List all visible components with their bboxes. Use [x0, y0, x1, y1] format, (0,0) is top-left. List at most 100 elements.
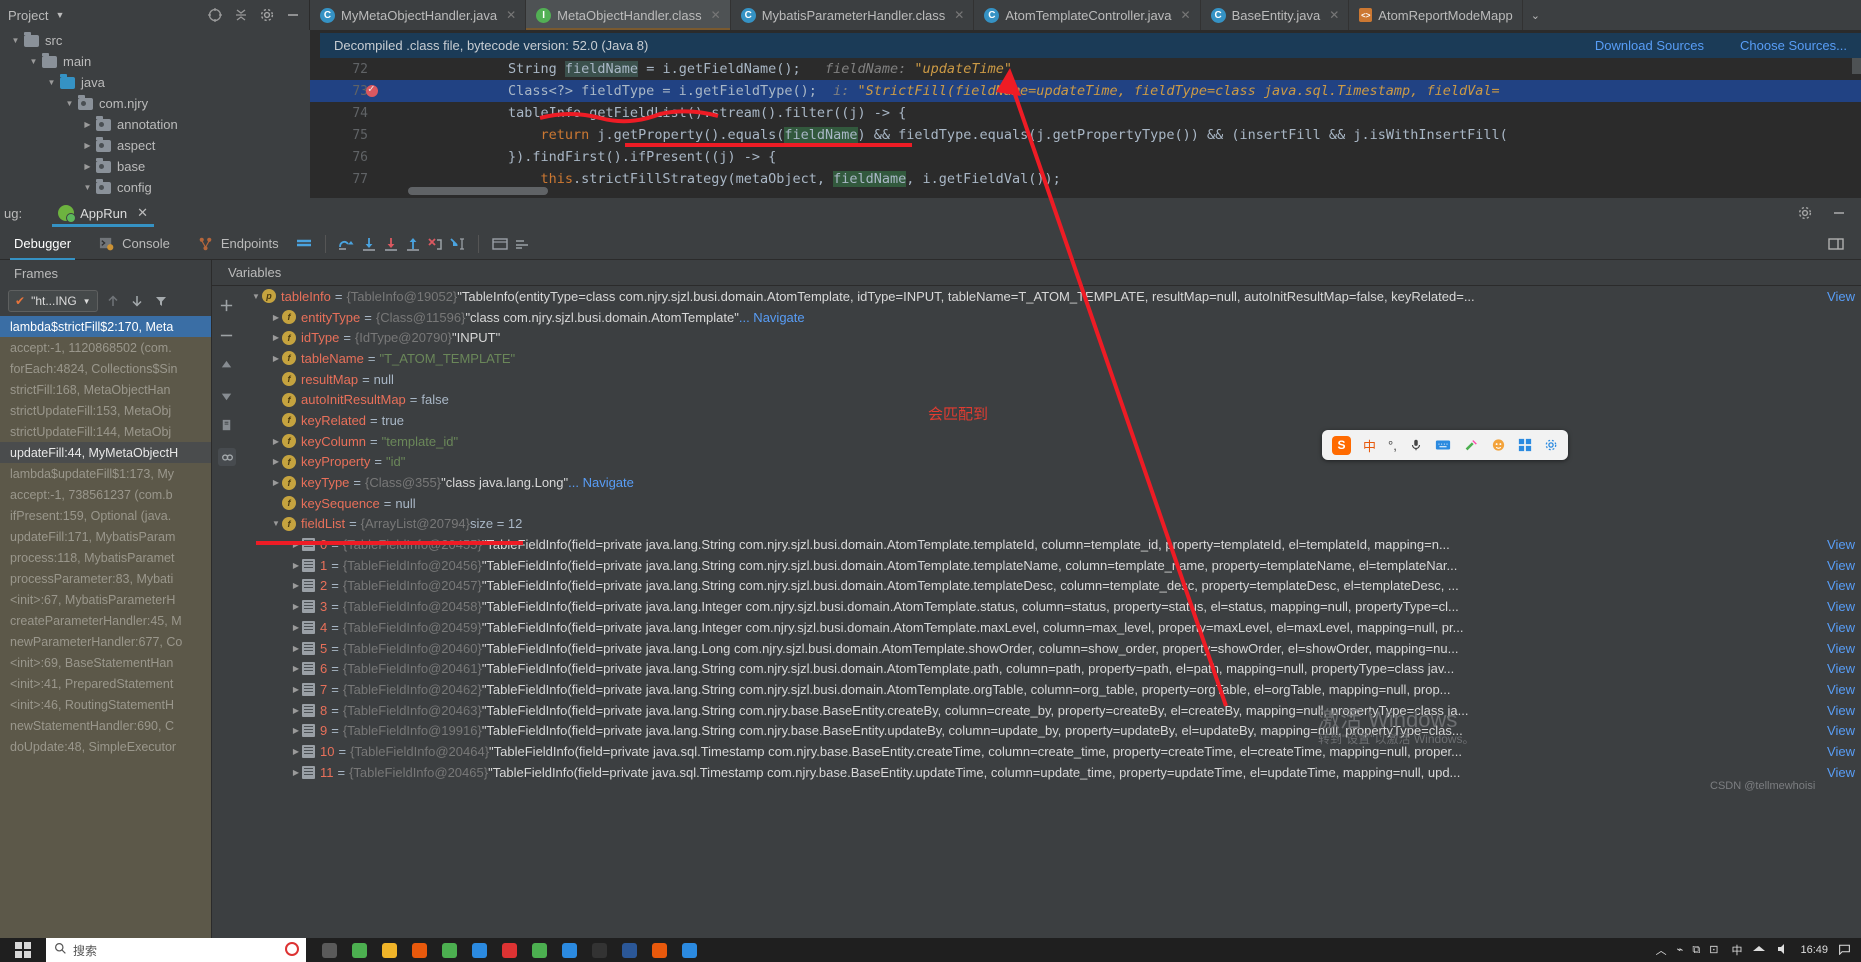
frame-item[interactable]: lambda$updateFill$1:173, My — [0, 463, 211, 484]
close-icon[interactable]: ✕ — [133, 205, 148, 221]
project-title[interactable]: Project — [8, 8, 48, 23]
view-link[interactable]: View — [1827, 599, 1855, 614]
navicat-icon[interactable] — [466, 939, 492, 961]
chevron-right-icon[interactable]: ▶ — [82, 119, 93, 130]
add-icon[interactable] — [219, 298, 235, 314]
variable-row[interactable]: ▶ 7 = {TableFieldInfo@20462} "TableFieldInf… — [242, 679, 1861, 700]
gear-icon[interactable] — [1797, 205, 1813, 221]
edge-icon[interactable] — [556, 939, 582, 961]
move-up-icon[interactable] — [219, 358, 235, 374]
editor-vertical-scrollbar[interactable] — [1852, 58, 1861, 74]
editor-tab-2[interactable]: C MybatisParameterHandler.class ✕ — [731, 0, 975, 30]
chrome2-icon[interactable] — [526, 939, 552, 961]
view-link[interactable]: View — [1827, 723, 1855, 738]
frame-item[interactable]: doUpdate:48, SimpleExecutor — [0, 736, 211, 757]
taskbar-search[interactable]: 搜索 — [46, 938, 306, 962]
apps-icon[interactable] — [1518, 438, 1532, 452]
frame-item[interactable]: <init>:67, MybatisParameterH — [0, 589, 211, 610]
mic-icon[interactable] — [1409, 438, 1423, 452]
chevron-right-icon[interactable]: ▶ — [82, 161, 93, 172]
force-step-into-icon[interactable] — [380, 233, 402, 255]
variables-panel[interactable]: Variables ▼ p tableInfo = {TableInfo@190… — [212, 260, 1861, 938]
variable-row[interactable]: f autoInitResultMap = false — [242, 389, 1861, 410]
variable-row[interactable]: ▶ 2 = {TableFieldInfo@20457} "TableFieldInf… — [242, 576, 1861, 597]
view-link[interactable]: View — [1827, 703, 1855, 718]
chevron-right-icon[interactable]: ▶ — [270, 354, 282, 363]
variable-row[interactable]: ▼ p tableInfo = {TableInfo@19052} "TableInfo… — [242, 286, 1861, 307]
editor-horizontal-scrollbar[interactable] — [408, 187, 548, 195]
download-sources-link[interactable]: Download Sources — [1595, 38, 1704, 53]
task-view-icon[interactable] — [316, 939, 342, 961]
variable-row[interactable]: ▶ 6 = {TableFieldInfo@20461} "TableFieldInf… — [242, 658, 1861, 679]
code-line-74[interactable]: 74 tableInfo.getFieldList().stream().filt… — [310, 102, 1861, 124]
view-link[interactable]: View — [1827, 765, 1855, 780]
network-icon[interactable] — [1752, 943, 1766, 958]
code-line-73[interactable]: 73Class<?> fieldType = i.getFieldType();… — [310, 80, 1861, 102]
view-link[interactable]: View — [1827, 558, 1855, 573]
tree-item-main[interactable]: ▼ main — [0, 51, 310, 72]
frame-item[interactable]: createParameterHandler:45, M — [0, 610, 211, 631]
code-line-75[interactable]: 75 return j.getProperty().equals(fieldNa… — [310, 124, 1861, 146]
variable-row[interactable]: ▶ 10 = {TableFieldInfo@20464} "TableFieldIn… — [242, 741, 1861, 762]
drop-frame-icon[interactable] — [424, 233, 446, 255]
variable-row[interactable]: ▶ 0 = {TableFieldInfo@20455} "TableFieldInf… — [242, 534, 1861, 555]
lock-icon[interactable] — [586, 939, 612, 961]
app-icon[interactable] — [676, 939, 702, 961]
ime-indicator[interactable]: 中 — [1731, 942, 1742, 958]
chevron-down-icon[interactable]: ▼ — [82, 182, 93, 193]
arrow-down-icon[interactable] — [130, 293, 146, 309]
chevron-right-icon[interactable]: ▶ — [290, 581, 302, 590]
code-line-72[interactable]: 72 String fieldName = i.getFieldName(); f… — [310, 58, 1861, 80]
frame-item[interactable]: lambda$strictFill$2:170, Meta — [0, 316, 211, 337]
variable-row[interactable]: ▶ f idType = {IdType@20790} "INPUT" — [242, 327, 1861, 348]
chevron-right-icon[interactable]: ▶ — [270, 313, 282, 322]
view-link[interactable]: View — [1827, 682, 1855, 697]
code-line-76[interactable]: 76}).findFirst().ifPresent((j) -> { — [310, 146, 1861, 168]
chevron-right-icon[interactable]: ▶ — [290, 685, 302, 694]
frame-item[interactable]: strictFill:168, MetaObjectHan — [0, 379, 211, 400]
chevron-down-icon[interactable]: ▼ — [28, 56, 39, 67]
view-link[interactable]: View — [1827, 578, 1855, 593]
chevron-right-icon[interactable]: ▶ — [290, 561, 302, 570]
view-link[interactable]: View — [1827, 661, 1855, 676]
chevron-right-icon[interactable]: ▶ — [290, 768, 302, 777]
tray-icons[interactable]: ⌁ ⧉ ⊡ — [1677, 943, 1722, 957]
tree-item-annotation[interactable]: ▶ annotation — [0, 114, 310, 135]
close-icon[interactable]: ✕ — [1181, 8, 1191, 22]
frame-item[interactable]: process:118, MybatisParamet — [0, 547, 211, 568]
frame-item[interactable]: <init>:41, PreparedStatement — [0, 673, 211, 694]
thread-selector[interactable]: ✔ "ht...ING ▼ — [8, 290, 98, 312]
frame-item[interactable]: updateFill:44, MyMetaObjectH — [0, 442, 211, 463]
variable-row[interactable]: ▶ 5 = {TableFieldInfo@20460} "TableFieldInf… — [242, 638, 1861, 659]
chevron-right-icon[interactable]: ▶ — [290, 664, 302, 673]
minimize-icon[interactable] — [285, 7, 301, 23]
chevron-down-icon[interactable]: ▼ — [270, 519, 282, 528]
tree-item-com.njry[interactable]: ▼ com.njry — [0, 93, 310, 114]
chevron-down-icon[interactable]: ▼ — [55, 10, 64, 20]
chevron-right-icon[interactable]: ▶ — [290, 623, 302, 632]
view-link[interactable]: View — [1827, 289, 1855, 304]
chevron-right-icon[interactable]: ▶ — [270, 457, 282, 466]
evaluate-expression-icon[interactable] — [489, 233, 511, 255]
chevron-down-icon[interactable]: ▼ — [250, 292, 262, 301]
copy-icon[interactable] — [219, 418, 235, 434]
frame-item[interactable]: <init>:46, RoutingStatementH — [0, 694, 211, 715]
redis-icon[interactable] — [496, 939, 522, 961]
tab-endpoints[interactable]: Endpoints — [184, 228, 293, 260]
folder-icon[interactable] — [376, 939, 402, 961]
frame-item[interactable]: accept:-1, 738561237 (com.b — [0, 484, 211, 505]
arrow-up-icon[interactable] — [106, 293, 122, 309]
sogou-logo-icon[interactable]: S — [1332, 435, 1351, 455]
wechat-icon[interactable] — [436, 939, 462, 961]
frame-item[interactable]: ifPresent:159, Optional (java. — [0, 505, 211, 526]
close-icon[interactable]: ✕ — [506, 8, 516, 22]
frame-item[interactable]: processParameter:83, Mybati — [0, 568, 211, 589]
frame-item[interactable]: updateFill:171, MybatisParam — [0, 526, 211, 547]
editor-tab-1[interactable]: I MetaObjectHandler.class ✕ — [526, 0, 731, 30]
tree-item-java[interactable]: ▼ java — [0, 72, 310, 93]
layout-icon[interactable] — [293, 233, 315, 255]
variable-row[interactable]: ▶ 4 = {TableFieldInfo@20459} "TableFieldInf… — [242, 617, 1861, 638]
ime-toolbar[interactable]: S 中 °, — [1322, 430, 1568, 460]
editor-tab-5[interactable]: <> AtomReportModeMapp — [1349, 0, 1523, 30]
chevron-right-icon[interactable]: ▶ — [290, 706, 302, 715]
